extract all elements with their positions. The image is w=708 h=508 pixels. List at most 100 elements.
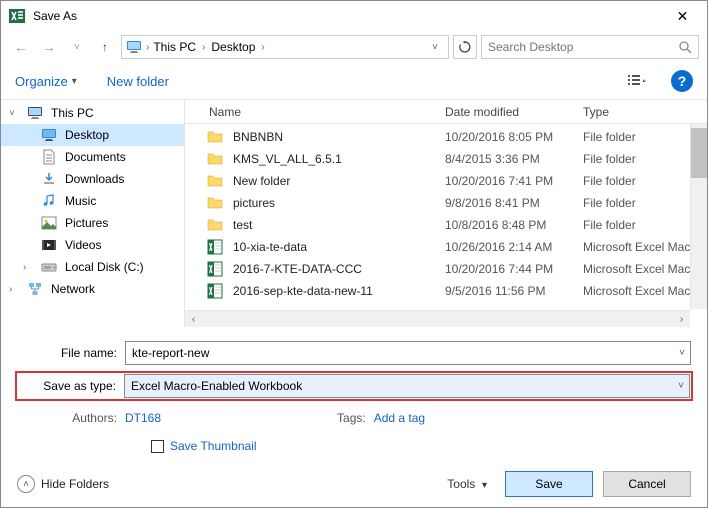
scroll-left-icon[interactable]: ‹ [185, 314, 202, 325]
save-button[interactable]: Save [505, 471, 593, 497]
chevron-up-icon: ˄ [17, 475, 35, 493]
sidebar: ˅ This PC Desktop Documents Downloads Mu… [1, 100, 185, 327]
toolbar: Organize ▾ New folder ? [1, 63, 707, 99]
sidebar-item-desktop[interactable]: Desktop [1, 124, 184, 146]
folder-icon [207, 217, 223, 233]
sidebar-item-label: Documents [65, 150, 126, 164]
main-area: ˅ This PC Desktop Documents Downloads Mu… [1, 99, 707, 327]
cancel-button[interactable]: Cancel [603, 471, 691, 497]
file-type: File folder [583, 152, 636, 166]
savetype-dropdown[interactable] [124, 374, 690, 398]
sidebar-item-videos[interactable]: Videos [1, 234, 184, 256]
file-type: File folder [583, 196, 636, 210]
vertical-scrollbar[interactable] [690, 124, 707, 309]
tools-dropdown[interactable]: Tools ▾ [447, 477, 487, 491]
column-date[interactable]: Date modified [445, 105, 583, 119]
file-name: KMS_VL_ALL_6.5.1 [233, 152, 445, 166]
sidebar-item-label: Videos [65, 238, 101, 252]
sidebar-item-music[interactable]: Music [1, 190, 184, 212]
tags-label: Tags: [337, 411, 374, 425]
scroll-right-icon[interactable]: › [673, 314, 690, 325]
address-bar[interactable]: › This PC › Desktop › ˅ [121, 35, 449, 59]
save-thumbnail-label[interactable]: Save Thumbnail [170, 439, 257, 453]
help-button[interactable]: ? [671, 70, 693, 92]
file-type: Microsoft Excel Macro- [583, 262, 705, 276]
file-pane: Name Date modified Type BNBNBN10/20/2016… [185, 100, 707, 327]
sidebar-item-label: Music [65, 194, 96, 208]
chevron-right-icon[interactable]: › [261, 42, 264, 53]
nav-recent-dropdown[interactable]: ˅ [65, 35, 89, 59]
file-type: File folder [583, 174, 636, 188]
address-dropdown[interactable]: ˅ [426, 42, 444, 53]
picture-icon [41, 215, 57, 231]
chevron-right-icon[interactable]: › [23, 262, 26, 273]
sidebar-item-network[interactable]: › Network [1, 278, 184, 300]
authors-value[interactable]: DT168 [125, 411, 161, 425]
breadcrumb-this-pc[interactable]: This PC [153, 40, 196, 54]
sidebar-item-label: Network [51, 282, 95, 296]
window-title: Save As [33, 9, 660, 23]
file-row[interactable]: 10-xia-te-data10/26/2016 2:14 AMMicrosof… [185, 236, 707, 258]
excel-file-icon [207, 261, 223, 277]
organize-button[interactable]: Organize ▾ [15, 74, 77, 89]
file-name: 10-xia-te-data [233, 240, 445, 254]
folder-icon [207, 173, 223, 189]
file-row[interactable]: 2016-sep-kte-data-new-119/5/2016 11:56 P… [185, 280, 707, 302]
view-options-button[interactable] [617, 70, 657, 92]
savetype-label: Save as type: [18, 379, 124, 393]
tags-value[interactable]: Add a tag [374, 411, 425, 425]
file-name: pictures [233, 196, 445, 210]
folder-icon [207, 195, 223, 211]
file-row[interactable]: New folder10/20/2016 7:41 PMFile folder [185, 170, 707, 192]
file-type: File folder [583, 218, 636, 232]
close-button[interactable]: ✕ [660, 2, 705, 30]
document-icon [41, 149, 57, 165]
sidebar-item-label: Local Disk (C:) [65, 260, 144, 274]
chevron-right-icon[interactable]: › [202, 42, 205, 53]
filename-row: File name: ˅ [17, 341, 691, 365]
file-row[interactable]: 2016-7-KTE-DATA-CCC10/20/2016 7:44 PMMic… [185, 258, 707, 280]
file-row[interactable]: pictures9/8/2016 8:41 PMFile folder [185, 192, 707, 214]
music-icon [41, 193, 57, 209]
nav-up-button[interactable]: ↑ [93, 35, 117, 59]
file-row[interactable]: test10/8/2016 8:48 PMFile folder [185, 214, 707, 236]
horizontal-scrollbar[interactable]: ‹ › [185, 310, 690, 327]
file-row[interactable]: KMS_VL_ALL_6.5.18/4/2015 3:36 PMFile fol… [185, 148, 707, 170]
sidebar-item-label: This PC [51, 106, 94, 120]
breadcrumb-desktop[interactable]: Desktop [211, 40, 255, 54]
file-type: Microsoft Excel Macro- [583, 240, 705, 254]
sidebar-item-documents[interactable]: Documents [1, 146, 184, 168]
file-date: 10/8/2016 8:48 PM [445, 218, 583, 232]
sidebar-item-this-pc[interactable]: ˅ This PC [1, 102, 184, 124]
chevron-right-icon[interactable]: › [9, 284, 12, 295]
filename-input[interactable] [125, 341, 691, 365]
search-input[interactable] [488, 40, 678, 54]
column-name[interactable]: Name [185, 105, 445, 119]
video-icon [41, 237, 57, 253]
new-folder-button[interactable]: New folder [107, 74, 169, 89]
file-date: 10/20/2016 7:41 PM [445, 174, 583, 188]
file-row[interactable]: BNBNBN10/20/2016 8:05 PMFile folder [185, 126, 707, 148]
file-date: 10/20/2016 8:05 PM [445, 130, 583, 144]
file-name: test [233, 218, 445, 232]
file-date: 8/4/2015 3:36 PM [445, 152, 583, 166]
pc-icon [27, 105, 43, 121]
hide-folders-button[interactable]: ˄ Hide Folders [17, 475, 109, 493]
sidebar-item-downloads[interactable]: Downloads [1, 168, 184, 190]
filename-label: File name: [17, 346, 125, 360]
excel-file-icon [207, 239, 223, 255]
chevron-down-icon[interactable]: ˅ [9, 108, 15, 119]
chevron-right-icon[interactable]: › [146, 42, 149, 53]
search-box[interactable] [481, 35, 699, 59]
column-type[interactable]: Type [583, 105, 707, 119]
sidebar-item-pictures[interactable]: Pictures [1, 212, 184, 234]
sidebar-item-local-disk[interactable]: › Local Disk (C:) [1, 256, 184, 278]
excel-file-icon [207, 283, 223, 299]
file-date: 9/5/2016 11:56 PM [445, 284, 583, 298]
save-thumbnail-checkbox[interactable] [151, 440, 164, 453]
nav-back-button[interactable]: ← [9, 35, 33, 59]
monitor-icon [41, 127, 57, 143]
folder-icon [207, 129, 223, 145]
file-type: File folder [583, 130, 636, 144]
refresh-button[interactable] [453, 35, 477, 59]
